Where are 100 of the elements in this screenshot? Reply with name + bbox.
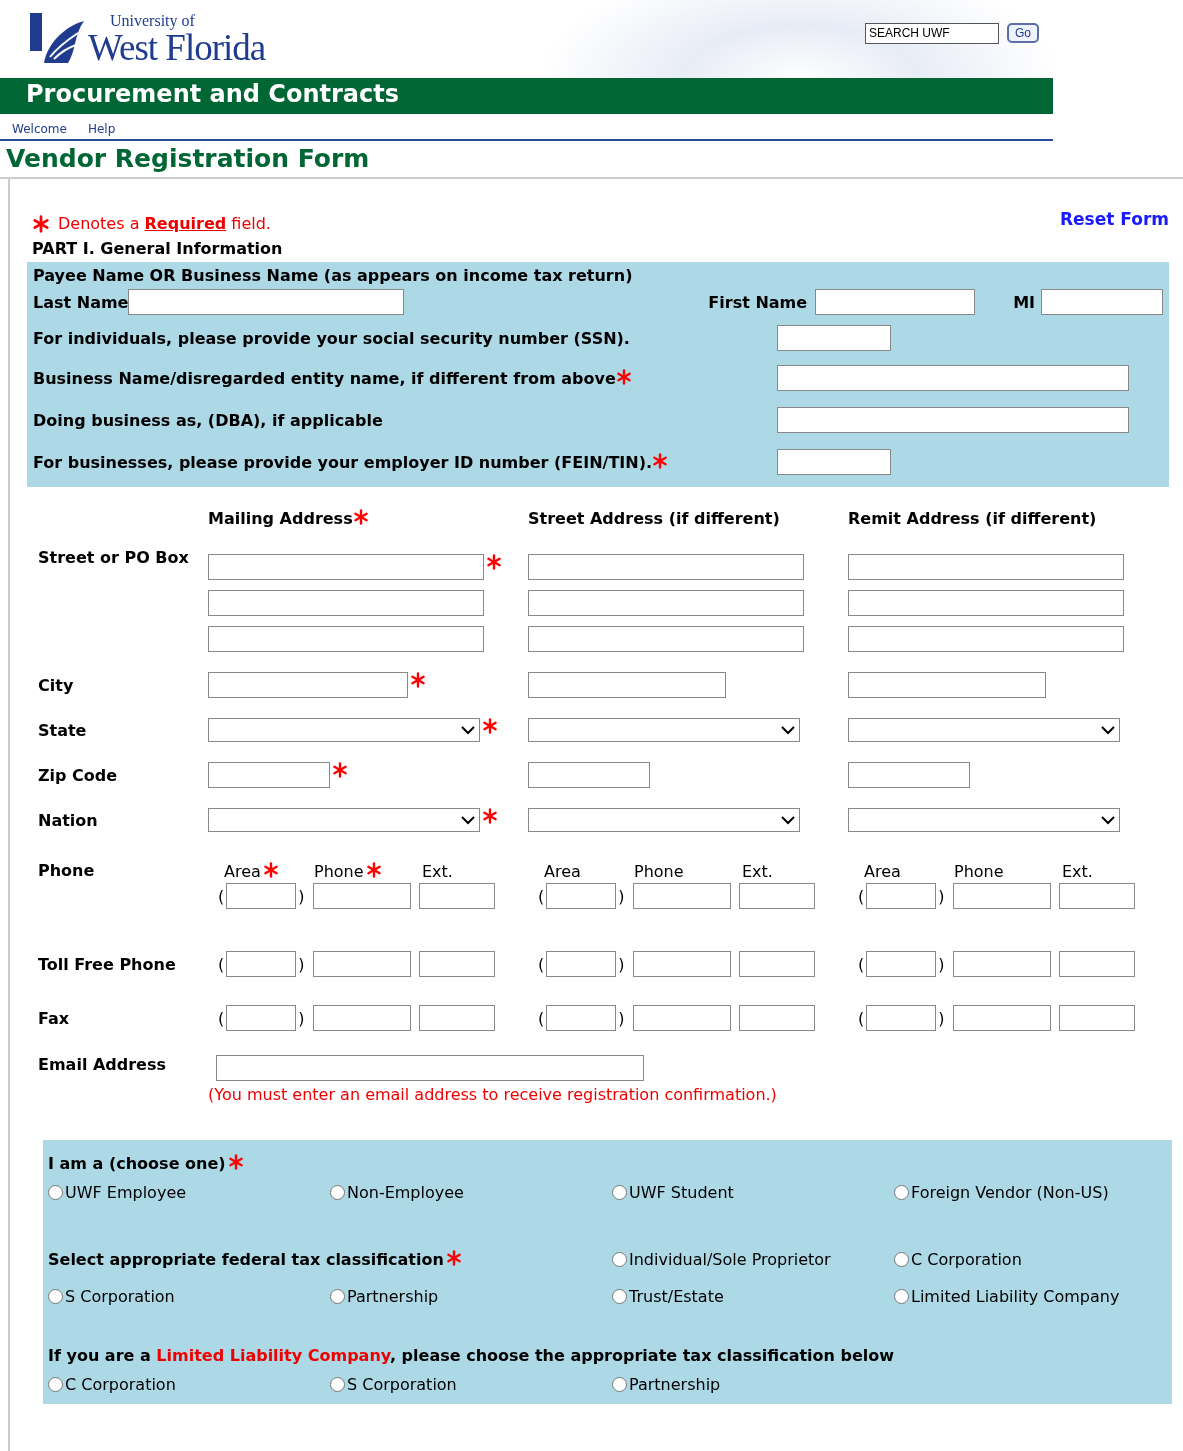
input-field[interactable] (216, 1055, 644, 1081)
dropdown[interactable] (208, 718, 480, 742)
input-field[interactable] (848, 762, 970, 788)
input-field[interactable] (738, 1005, 815, 1031)
input-field[interactable] (777, 407, 1129, 433)
reset-form-link[interactable]: Reset Form (1060, 209, 1169, 229)
field-label: For businesses, please provide your employer ID number (FEIN/TIN). (33, 452, 653, 472)
input-field[interactable] (208, 762, 330, 788)
field-label: Phone (38, 861, 95, 880)
radio-button[interactable] (330, 1289, 345, 1304)
column-label: Area (224, 862, 261, 881)
radio-button[interactable] (612, 1377, 627, 1392)
radio-button[interactable] (612, 1252, 627, 1267)
input-field[interactable] (632, 883, 731, 909)
radio-button[interactable] (894, 1252, 909, 1267)
input-field[interactable] (546, 1005, 617, 1031)
input-field[interactable] (418, 883, 495, 909)
input-field[interactable] (528, 672, 726, 698)
input-field[interactable] (848, 590, 1124, 616)
radio-button[interactable] (330, 1185, 345, 1200)
input-field[interactable] (226, 951, 297, 977)
input-field[interactable] (738, 951, 815, 977)
parenthesis: ) (298, 1008, 305, 1028)
dropdown[interactable] (848, 808, 1120, 832)
input-field[interactable] (815, 289, 976, 315)
parenthesis: ) (938, 954, 945, 974)
column-heading: Remit Address (if different) (848, 509, 1097, 528)
input-field[interactable] (528, 554, 804, 580)
input-field[interactable] (208, 672, 408, 698)
input-field[interactable] (1058, 1005, 1135, 1031)
input-field[interactable] (866, 951, 937, 977)
column-label: Ext. (1062, 862, 1093, 881)
search-field[interactable]: SEARCH UWF (865, 22, 999, 44)
radio-button[interactable] (612, 1289, 627, 1304)
required-note: Denotes a Required field. (58, 214, 271, 233)
logo-text: University of (110, 12, 196, 30)
radio-button[interactable] (48, 1377, 63, 1392)
dropdown[interactable] (528, 718, 800, 742)
input-field[interactable] (128, 289, 405, 315)
field-label: City (38, 675, 74, 695)
input-field[interactable] (632, 951, 731, 977)
nav-link[interactable]: Help (87, 121, 116, 136)
input-field[interactable] (866, 883, 937, 909)
input-field[interactable] (418, 951, 495, 977)
input-field[interactable] (848, 554, 1124, 580)
option-label: C Corporation (911, 1250, 1022, 1269)
parenthesis: ( (218, 954, 225, 974)
option-label: Partnership (629, 1375, 721, 1394)
input-field[interactable] (848, 626, 1124, 652)
column-label: Area (864, 862, 901, 881)
input-field[interactable] (777, 449, 891, 475)
input-field[interactable] (546, 883, 617, 909)
input-field[interactable] (952, 951, 1051, 977)
input-field[interactable] (1041, 289, 1163, 315)
input-field[interactable] (226, 883, 297, 909)
input-field[interactable] (777, 325, 891, 351)
input-field[interactable] (528, 762, 650, 788)
nav-link[interactable]: Welcome (12, 121, 67, 136)
input-field[interactable] (1058, 951, 1135, 977)
parenthesis: ) (938, 886, 945, 906)
radio-button[interactable] (48, 1289, 63, 1304)
radio-button[interactable] (48, 1185, 63, 1200)
input-field[interactable] (528, 626, 804, 652)
input-field[interactable] (866, 1005, 937, 1031)
option-label: S Corporation (65, 1287, 175, 1306)
dropdown[interactable] (848, 718, 1120, 742)
input-field[interactable] (312, 951, 411, 977)
input-field[interactable] (738, 883, 815, 909)
input-field[interactable] (632, 1005, 731, 1031)
radio-button[interactable] (612, 1185, 627, 1200)
input-field[interactable] (312, 883, 411, 909)
field-label: Zip Code (38, 765, 118, 785)
field-label: State (38, 720, 87, 740)
input-field[interactable] (208, 554, 484, 580)
input-field[interactable] (1058, 883, 1135, 909)
input-field[interactable] (208, 626, 484, 652)
question-label: If you are a Limited Liability Company, please choose the appropriate tax classification below (48, 1346, 895, 1365)
input-field[interactable] (546, 951, 617, 977)
go-button[interactable]: Go (1007, 23, 1039, 43)
dropdown[interactable] (528, 808, 800, 832)
radio-button[interactable] (330, 1377, 345, 1392)
parenthesis: ( (538, 1008, 545, 1028)
input-field[interactable] (226, 1005, 297, 1031)
chevron-icon (781, 725, 795, 735)
input-field[interactable] (418, 1005, 495, 1031)
input-field[interactable] (777, 365, 1129, 391)
option-label: Foreign Vendor (Non-US) (911, 1183, 1109, 1202)
parenthesis: ) (618, 1008, 625, 1028)
input-field[interactable] (952, 883, 1051, 909)
dropdown[interactable] (208, 808, 480, 832)
input-field[interactable] (528, 590, 804, 616)
radio-button[interactable] (894, 1185, 909, 1200)
input-field[interactable] (848, 672, 1046, 698)
parenthesis: ) (298, 954, 305, 974)
field-label: Doing business as, (DBA), if applicable (33, 410, 383, 430)
radio-button[interactable] (894, 1289, 909, 1304)
option-label: Trust/Estate (629, 1287, 724, 1306)
input-field[interactable] (312, 1005, 411, 1031)
input-field[interactable] (208, 590, 484, 616)
input-field[interactable] (952, 1005, 1051, 1031)
